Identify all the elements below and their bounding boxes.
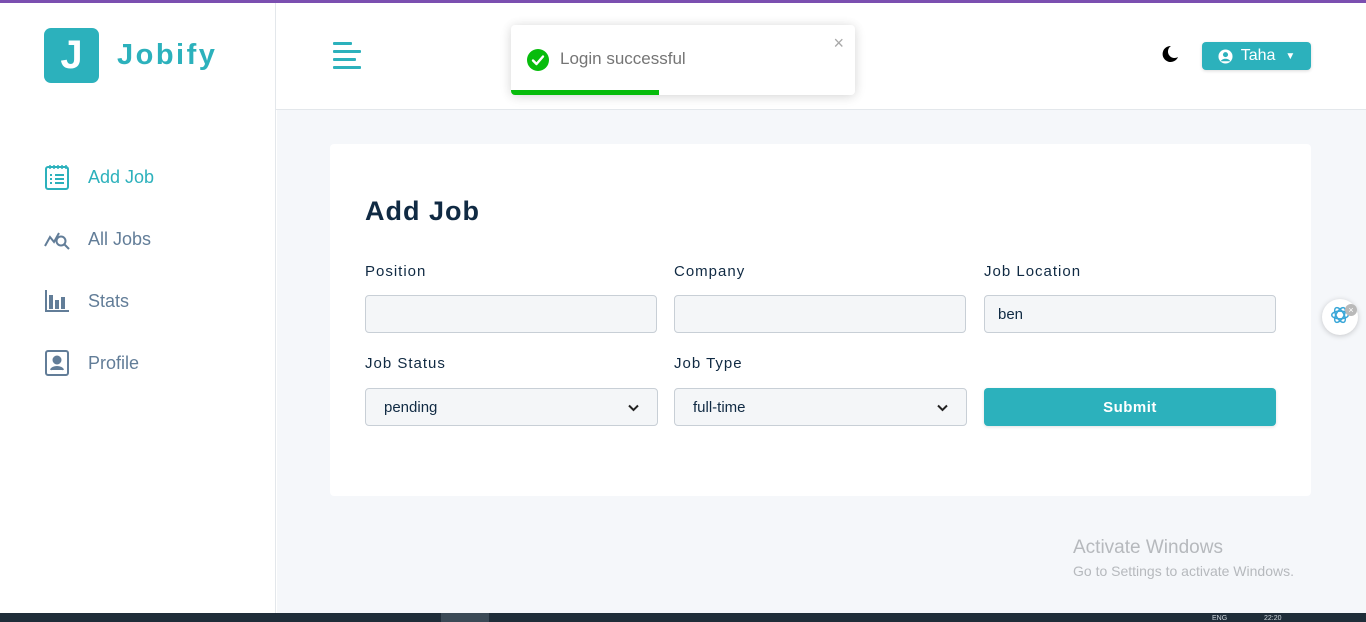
toast-progress-bar — [511, 90, 659, 95]
add-job-form: Add Job Position Company Job Location Jo… — [330, 144, 1311, 496]
toast-notification: Login successful × — [511, 25, 855, 95]
sidebar-item-add-job[interactable]: Add Job — [44, 158, 264, 196]
position-label: Position — [365, 263, 427, 280]
job-location-label: Job Location — [984, 263, 1082, 280]
sidebar-item-all-jobs[interactable]: All Jobs — [44, 220, 264, 258]
taskbar: ENG 22:20 — [0, 613, 1366, 622]
all-jobs-icon — [44, 226, 70, 252]
logo[interactable]: J Jobify — [44, 28, 217, 83]
job-status-value: pending — [384, 398, 438, 416]
user-name: Taha — [1240, 47, 1276, 64]
job-status-label: Job Status — [365, 355, 446, 372]
job-type-select[interactable]: full-time — [674, 388, 967, 426]
company-label: Company — [674, 263, 746, 280]
sidebar: J Jobify Add Job All Jobs Stats Profile — [0, 3, 276, 613]
windows-activation-watermark: Activate Windows Go to Settings to activ… — [1073, 537, 1294, 579]
job-location-input[interactable] — [984, 295, 1276, 333]
sidebar-item-label: Profile — [88, 352, 140, 373]
chevron-down-icon — [937, 399, 948, 416]
taskbar-language[interactable]: ENG — [1212, 615, 1227, 622]
sidebar-nav: Add Job All Jobs Stats Profile — [44, 158, 264, 406]
sidebar-item-label: Stats — [88, 290, 130, 311]
sidebar-item-label: All Jobs — [88, 228, 152, 249]
widget-close-icon[interactable]: × — [1345, 304, 1357, 316]
logo-mark: J — [44, 28, 99, 83]
sidebar-item-stats[interactable]: Stats — [44, 282, 264, 320]
job-type-value: full-time — [693, 398, 746, 416]
user-menu-button[interactable]: Taha ▼ — [1202, 42, 1311, 70]
stats-icon — [44, 288, 70, 314]
form-title: Add Job — [365, 196, 480, 226]
sidebar-toggle-button[interactable] — [333, 42, 361, 70]
job-status-select[interactable]: pending — [365, 388, 658, 426]
watermark-subtitle: Go to Settings to activate Windows. — [1073, 563, 1294, 579]
caret-down-icon: ▼ — [1285, 50, 1296, 62]
job-type-label: Job Type — [674, 355, 743, 372]
user-circle-icon — [1218, 48, 1233, 64]
sidebar-item-profile[interactable]: Profile — [44, 344, 264, 382]
watermark-title: Activate Windows — [1073, 537, 1223, 558]
close-icon[interactable]: × — [833, 33, 844, 54]
profile-icon — [44, 350, 70, 376]
check-circle-icon — [526, 48, 550, 72]
taskbar-active-app[interactable] — [441, 613, 489, 622]
position-input[interactable] — [365, 295, 657, 333]
chevron-down-icon — [628, 399, 639, 416]
toast-message: Login successful — [560, 49, 686, 68]
submit-button[interactable]: Submit — [984, 388, 1276, 426]
sidebar-item-label: Add Job — [88, 166, 155, 187]
moon-icon[interactable] — [1160, 44, 1180, 64]
company-input[interactable] — [674, 295, 966, 333]
logo-text: Jobify — [117, 39, 218, 71]
add-job-icon — [44, 164, 70, 190]
taskbar-clock[interactable]: 22:20 — [1264, 615, 1282, 622]
